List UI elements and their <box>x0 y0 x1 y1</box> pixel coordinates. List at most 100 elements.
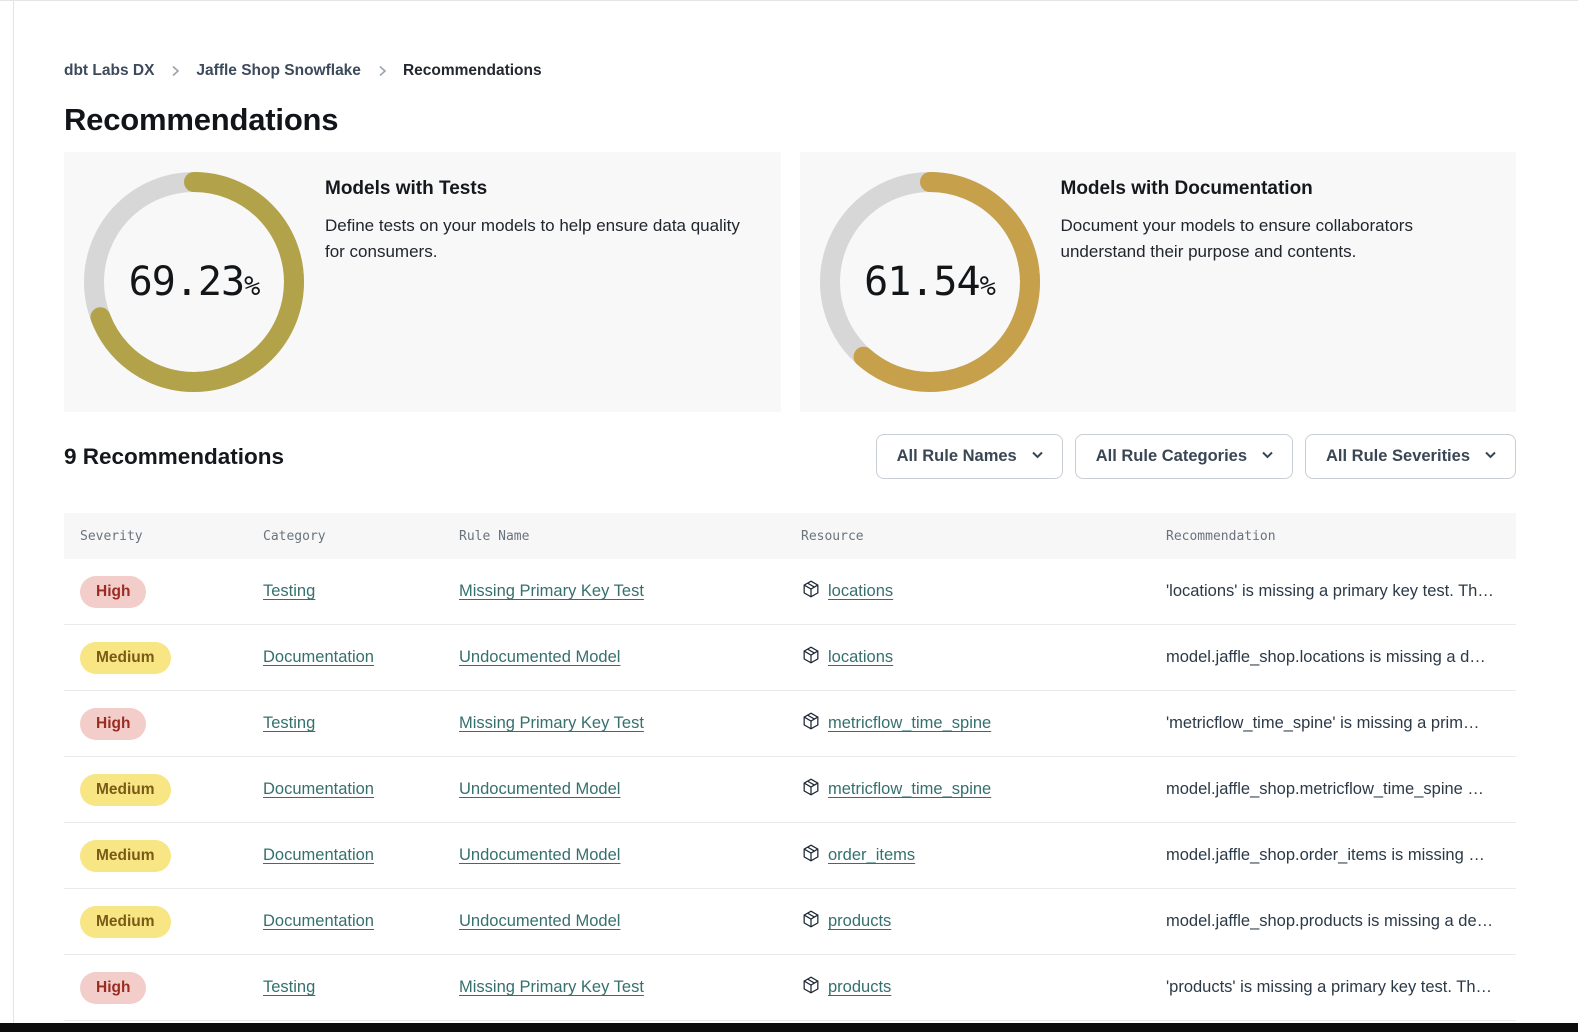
rule-name-cell: Undocumented Model <box>459 912 801 931</box>
severity-cell: High <box>64 972 263 1004</box>
rule-name-cell: Undocumented Model <box>459 648 801 667</box>
filter-label: All Rule Names <box>897 447 1017 466</box>
severity-cell: High <box>64 708 263 740</box>
severity-cell: Medium <box>64 906 263 938</box>
category-link[interactable]: Documentation <box>263 846 374 864</box>
severity-badge: Medium <box>80 642 171 674</box>
resource-link[interactable]: order_items <box>828 846 915 865</box>
resource-link[interactable]: metricflow_time_spine <box>828 714 991 733</box>
category-cell: Testing <box>263 582 459 601</box>
rule-severities-filter-dropdown[interactable]: All Rule Severities <box>1305 434 1516 479</box>
table-row: High Testing Missing Primary Key Test lo… <box>64 559 1516 625</box>
column-header-recommendation: Recommendation <box>1166 529 1516 544</box>
filter-label: All Rule Severities <box>1326 447 1470 466</box>
severity-badge: Medium <box>80 906 171 938</box>
table-row: Medium Documentation Undocumented Model … <box>64 757 1516 823</box>
metric-cards: 69.23% Models with Tests Define tests on… <box>64 152 1516 412</box>
donut-chart: 69.23% <box>64 152 304 412</box>
table-row: Medium Documentation Undocumented Model … <box>64 889 1516 955</box>
rule-categories-filter-dropdown[interactable]: All Rule Categories <box>1075 434 1293 479</box>
recommendations-count: 9 Recommendations <box>64 444 284 470</box>
model-cube-icon <box>801 909 821 934</box>
metric-card: 61.54% Models with Documentation Documen… <box>800 152 1517 412</box>
chevron-down-icon <box>1260 447 1275 467</box>
resource-link[interactable]: locations <box>828 582 893 601</box>
resource-cell: locations <box>801 645 1166 670</box>
column-header-rule-name: Rule Name <box>459 529 801 544</box>
resource-cell: order_items <box>801 843 1166 868</box>
severity-badge: High <box>80 972 146 1004</box>
metric-card-description: Define tests on your models to help ensu… <box>325 213 753 265</box>
rule-name-link[interactable]: Missing Primary Key Test <box>459 582 644 600</box>
category-cell: Testing <box>263 714 459 733</box>
recommendation-cell: model.jaffle_shop.metricflow_time_spine … <box>1166 780 1516 799</box>
severity-cell: High <box>64 576 263 608</box>
main-content: dbt Labs DX Jaffle Shop Snowflake Recomm… <box>64 0 1516 1021</box>
category-cell: Documentation <box>263 912 459 931</box>
recommendations-list-header: 9 Recommendations All Rule Names All Rul… <box>64 434 1516 479</box>
recommendation-cell: 'metricflow_time_spine' is missing a pri… <box>1166 714 1516 733</box>
table-header-row: Severity Category Rule Name Resource Rec… <box>64 513 1516 559</box>
table-body: High Testing Missing Primary Key Test lo… <box>64 559 1516 1021</box>
chevron-right-icon <box>376 65 388 77</box>
rule-name-cell: Missing Primary Key Test <box>459 582 801 601</box>
page-title: Recommendations <box>64 101 1516 138</box>
recommendation-cell: model.jaffle_shop.products is missing a … <box>1166 912 1516 931</box>
resource-cell: metricflow_time_spine <box>801 777 1166 802</box>
breadcrumb-item-project[interactable]: Jaffle Shop Snowflake <box>196 62 361 80</box>
chevron-down-icon <box>1483 447 1498 467</box>
model-cube-icon <box>801 645 821 670</box>
column-header-resource: Resource <box>801 529 1166 544</box>
model-cube-icon <box>801 579 821 604</box>
table-row: Medium Documentation Undocumented Model … <box>64 823 1516 889</box>
resource-link[interactable]: products <box>828 978 891 997</box>
rule-name-link[interactable]: Undocumented Model <box>459 648 620 666</box>
breadcrumb-item-account[interactable]: dbt Labs DX <box>64 62 154 80</box>
filter-bar: All Rule Names All Rule Categories All R… <box>876 434 1516 479</box>
table-row: High Testing Missing Primary Key Test pr… <box>64 955 1516 1021</box>
metric-card-title: Models with Documentation <box>1061 178 1489 200</box>
severity-badge: High <box>80 576 146 608</box>
category-link[interactable]: Documentation <box>263 648 374 666</box>
resource-link[interactable]: metricflow_time_spine <box>828 780 991 799</box>
metric-card-title: Models with Tests <box>325 178 753 200</box>
metric-card-description: Document your models to ensure collabora… <box>1061 213 1489 265</box>
category-cell: Documentation <box>263 648 459 667</box>
category-cell: Documentation <box>263 780 459 799</box>
chevron-down-icon <box>1030 447 1045 467</box>
recommendation-cell: model.jaffle_shop.order_items is missing… <box>1166 846 1516 865</box>
model-cube-icon <box>801 711 821 736</box>
category-link[interactable]: Documentation <box>263 912 374 930</box>
resource-link[interactable]: locations <box>828 648 893 667</box>
category-link[interactable]: Documentation <box>263 780 374 798</box>
severity-badge: Medium <box>80 774 171 806</box>
donut-chart: 61.54% <box>800 152 1040 412</box>
category-cell: Documentation <box>263 846 459 865</box>
resource-link[interactable]: products <box>828 912 891 931</box>
resource-cell: locations <box>801 579 1166 604</box>
category-link[interactable]: Testing <box>263 714 315 732</box>
rule-name-link[interactable]: Missing Primary Key Test <box>459 978 644 996</box>
recommendations-table: Severity Category Rule Name Resource Rec… <box>64 513 1516 1021</box>
severity-cell: Medium <box>64 840 263 872</box>
model-cube-icon <box>801 975 821 1000</box>
rule-name-link[interactable]: Missing Primary Key Test <box>459 714 644 732</box>
screen-bottom-strip <box>0 1023 1578 1032</box>
rule-name-cell: Missing Primary Key Test <box>459 978 801 997</box>
breadcrumb: dbt Labs DX Jaffle Shop Snowflake Recomm… <box>64 62 1516 80</box>
severity-cell: Medium <box>64 642 263 674</box>
severity-badge: Medium <box>80 840 171 872</box>
recommendation-cell: model.jaffle_shop.locations is missing a… <box>1166 648 1516 667</box>
category-link[interactable]: Testing <box>263 978 315 996</box>
resource-cell: products <box>801 909 1166 934</box>
column-header-category: Category <box>263 529 459 544</box>
rule-name-link[interactable]: Undocumented Model <box>459 912 620 930</box>
recommendation-cell: 'locations' is missing a primary key tes… <box>1166 582 1516 601</box>
category-link[interactable]: Testing <box>263 582 315 600</box>
rule-name-cell: Undocumented Model <box>459 780 801 799</box>
rule-name-cell: Missing Primary Key Test <box>459 714 801 733</box>
rule-name-link[interactable]: Undocumented Model <box>459 780 620 798</box>
recommendation-cell: 'products' is missing a primary key test… <box>1166 978 1516 997</box>
rule-name-link[interactable]: Undocumented Model <box>459 846 620 864</box>
rule-names-filter-dropdown[interactable]: All Rule Names <box>876 434 1063 479</box>
